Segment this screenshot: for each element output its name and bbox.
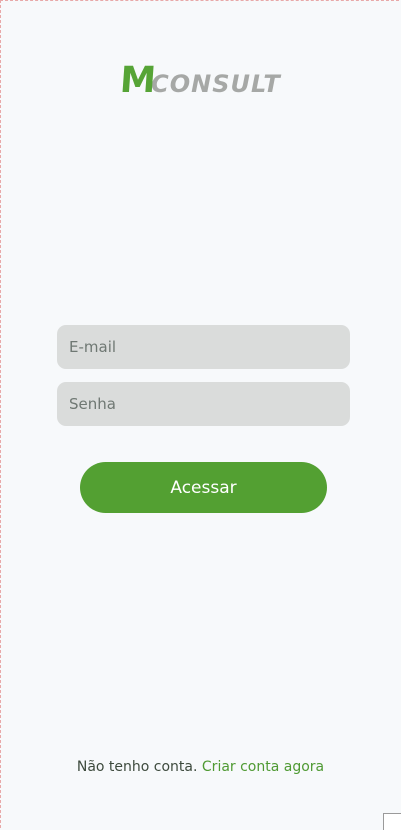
logo: MCONSULT — [0, 60, 401, 101]
signup-prompt: Não tenho conta. Criar conta agora — [0, 759, 401, 775]
resize-handle — [383, 813, 401, 830]
email-field[interactable] — [57, 325, 350, 369]
password-field[interactable] — [57, 382, 350, 426]
login-button[interactable]: Acessar — [80, 462, 327, 513]
create-account-link[interactable]: Criar conta agora — [202, 759, 324, 775]
logo-text: CONSULT — [151, 70, 281, 98]
signup-prompt-text: Não tenho conta. — [76, 759, 202, 775]
logo-letter: M — [118, 60, 157, 101]
